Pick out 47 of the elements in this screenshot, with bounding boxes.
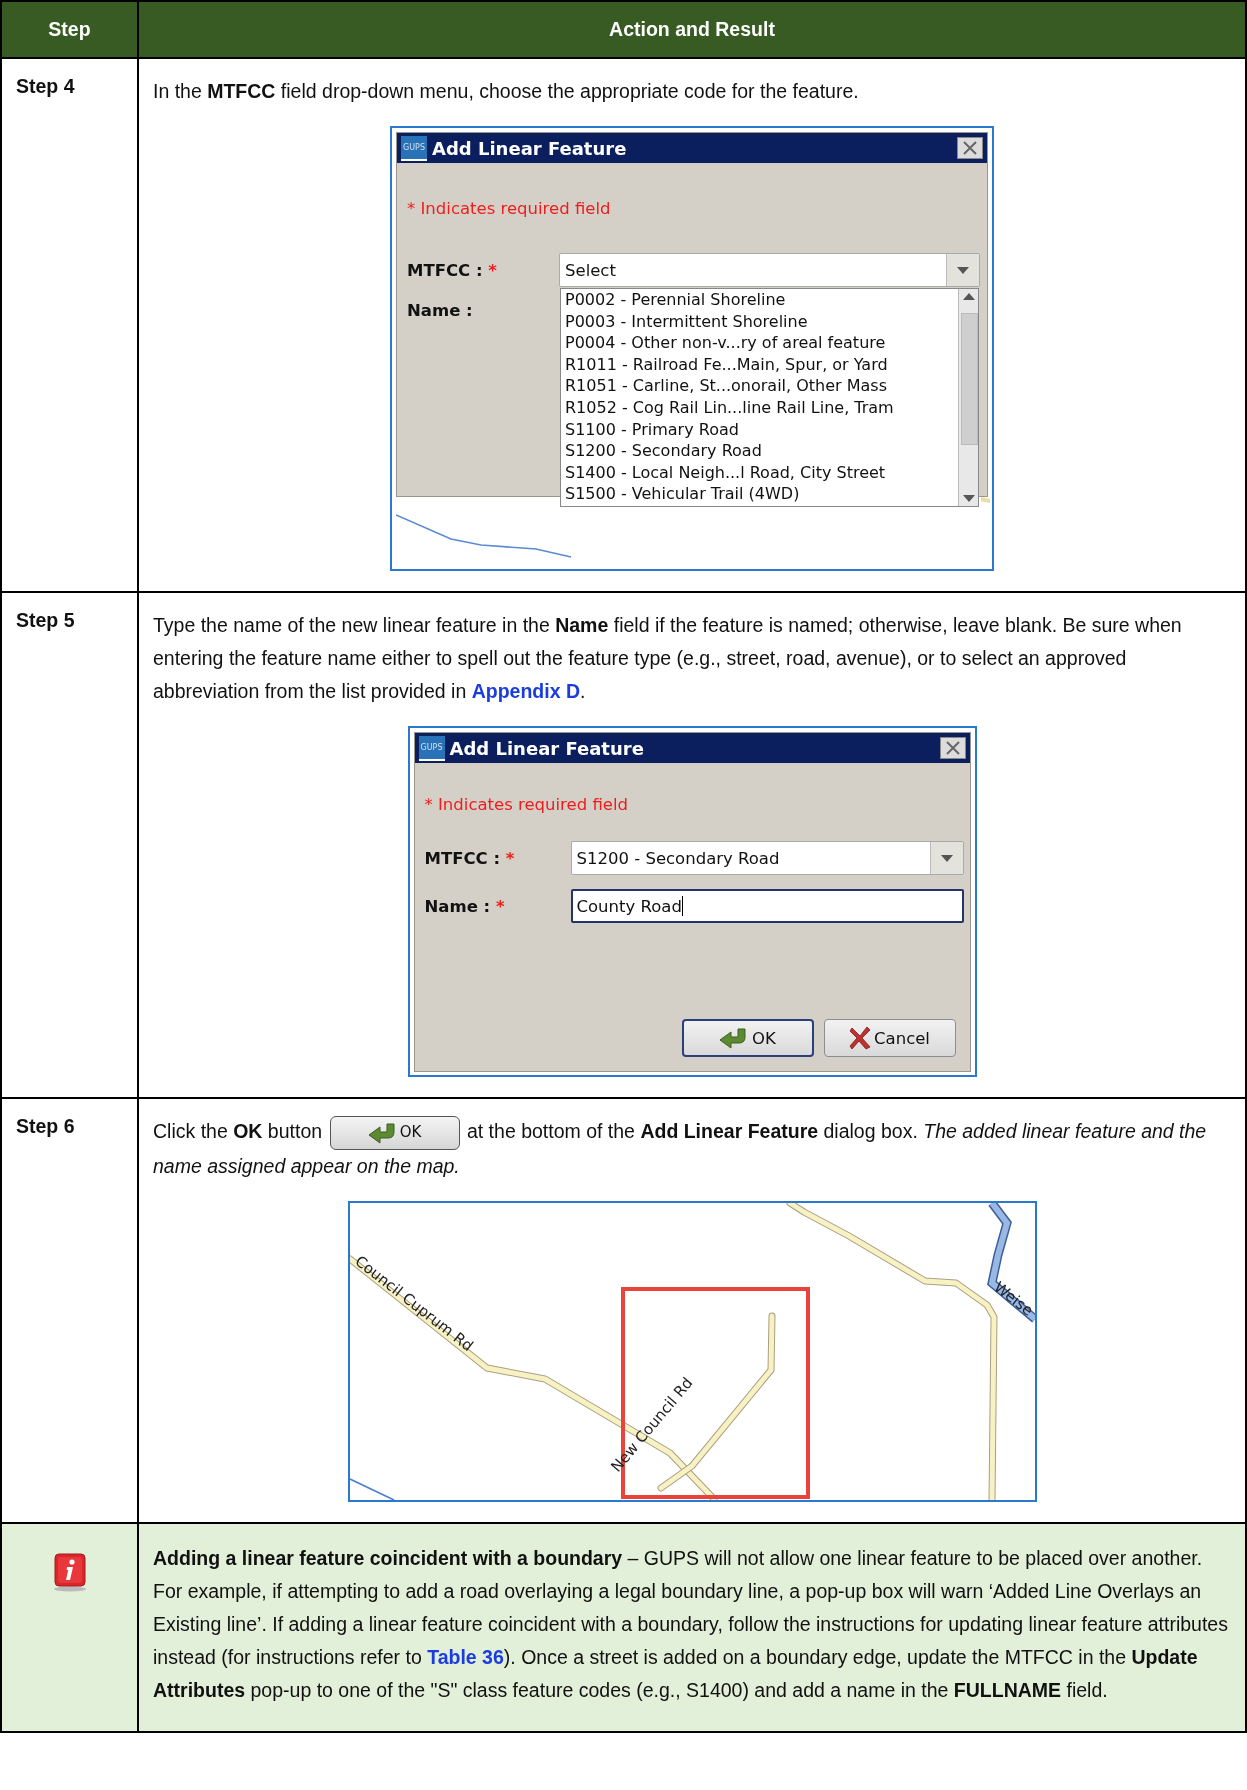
dropdown-option[interactable]: P0004 - Other non-v...ry of areal feature	[565, 332, 958, 354]
field-label: MTFCC : *	[424, 848, 516, 868]
step-label: Step 6	[16, 1115, 75, 1137]
caret-icon	[957, 266, 969, 274]
boundary-line	[349, 1478, 395, 1500]
step-label: Step 4	[16, 75, 75, 97]
step-instruction: In the MTFCC field drop-down menu, choose the appropriate code for the feature.	[153, 79, 860, 104]
dialog-title: Add Linear Feature	[449, 737, 645, 759]
ok-button[interactable]: OK	[681, 1019, 814, 1057]
field-label: Name : *	[424, 896, 506, 916]
dropdown-option[interactable]: P0003 - Intermittent Shoreline	[565, 310, 958, 333]
dropdown-option[interactable]: P0002 - Perennial Shoreline	[565, 289, 958, 311]
dropdown-option[interactable]: R1011 - Railroad Fe...Main, Spur, or Yard	[565, 353, 958, 376]
document-link[interactable]: Appendix D	[471, 680, 580, 702]
step-instruction: Click the OK button OK at the bottom of the Add Linear Feature dialog box. The added linear feature and the name assigned appear on the map.	[153, 1115, 1231, 1183]
column-header: Step	[2, 2, 139, 57]
app-icon: GUPS	[418, 735, 445, 761]
close-icon	[945, 741, 960, 755]
dropdown-option[interactable]: S1100 - Primary Road	[565, 418, 958, 441]
caret-icon	[940, 854, 953, 862]
step-label: Step 5	[16, 609, 75, 631]
info-icon	[52, 1551, 87, 1592]
dropdown-option[interactable]: R1051 - Carline, St...onorail, Other Mass	[565, 375, 958, 397]
down-arrow-icon	[962, 495, 975, 502]
dropdown-field[interactable]: S1200 - Secondary Road	[570, 841, 964, 875]
required-note: * Indicates required field	[424, 795, 628, 814]
note-text: Adding a linear feature coincident with a boundary – GUPS will not allow one linear feature to be placed over another. For example, if attempting to add a road overlaying a legal boundary line, a pop-up box will warn ‘Added Line Overlays an Existing line’. If adding a linear feature coincident with a boundary, follow the instructions for updating linear feature attributes instead (for instructions refer to Table 36). Once a street is added on a boundary edge, update the MTFCC in the Update Attributes pop-up to one of the "S" class feature codes (e.g., S1400) and add a name in the FULLNAME field.	[153, 1545, 1229, 1703]
column-header: Action and Result	[608, 17, 776, 42]
app-icon: GUPS	[401, 135, 427, 161]
required-note: * Indicates required field	[407, 199, 611, 218]
scrollbar[interactable]	[958, 289, 978, 506]
dropdown-option[interactable]: S1400 - Local Neigh...l Road, City Street	[565, 461, 958, 484]
field-label: Name :	[407, 301, 474, 320]
dropdown-option[interactable]: S1200 - Secondary Road	[565, 440, 958, 462]
cancel-button[interactable]: Cancel	[823, 1019, 956, 1057]
arrow-icon	[367, 1121, 398, 1144]
up-arrow-icon	[962, 293, 975, 300]
dropdown-option[interactable]: R1052 - Cog Rail Lin...line Rail Line, Tram	[565, 396, 958, 419]
dropdown-option[interactable]: S1500 - Vehicular Trail (4WD)	[565, 483, 958, 505]
field-label: MTFCC : *	[407, 260, 498, 280]
x-icon	[849, 1026, 872, 1050]
name-input[interactable]: County Road	[570, 889, 964, 923]
close-button[interactable]	[939, 737, 966, 759]
document-link[interactable]: Table 36	[427, 1645, 504, 1668]
close-icon	[963, 141, 977, 155]
dialog-title: Add Linear Feature	[432, 137, 628, 159]
step-instruction: Type the name of the new linear feature in the Name field if the feature is named; otherwise, leave blank. Be sure when entering the feature name either to spell out the feature type (e.g., street, road, avenue), or to select an approved abbreviation from the list provided in Appendix D.	[153, 613, 1183, 704]
